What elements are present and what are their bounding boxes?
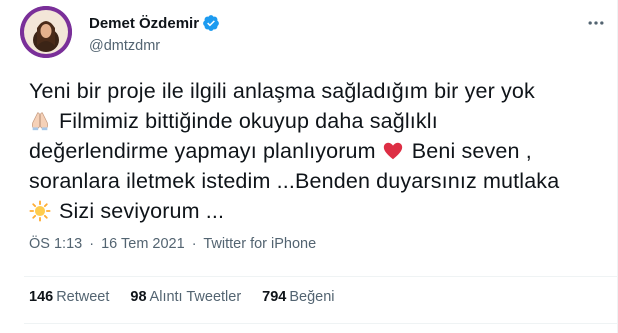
tweet-line: değerlendirme yapmayı planlıyorum Beni s… [29, 136, 589, 166]
avatar-icon [20, 6, 72, 58]
tweet-line-text: soranlara iletmek istedim ...Benden duya… [29, 169, 560, 193]
likes-count: 794 [262, 289, 287, 305]
tweet-time[interactable]: ÖS 1:13 [29, 236, 82, 252]
likes-label: Beğeni [289, 289, 335, 305]
quotes-count: 98 [130, 289, 147, 305]
meta-separator: · [191, 236, 197, 252]
quotes-stat[interactable]: 98 Alıntı Tweetler [130, 289, 241, 305]
divider [24, 323, 618, 324]
tweet-line-text: Yeni bir proje ile ilgili anlaşma sağlad… [29, 79, 535, 103]
tweet-date[interactable]: 16 Tem 2021 [101, 236, 185, 252]
tweet-line: Filmimiz bittiğinde okuyup daha sağlıklı [29, 106, 589, 136]
tweet-line-text: Filmimiz bittiğinde okuyup daha sağlıklı [59, 109, 438, 133]
divider [24, 276, 618, 277]
tweet-line: soranlara iletmek istedim ...Benden duya… [29, 166, 589, 196]
tweet-stats: 146 Retweet 98 Alıntı Tweetler 794 Beğeni [29, 289, 356, 305]
sun-emoji-icon [29, 200, 51, 222]
retweets-count: 146 [29, 289, 54, 305]
red-heart-emoji-icon [382, 140, 404, 162]
quotes-label: Alıntı Tweetler [149, 289, 242, 305]
tweet-line: Sizi seviyorum ... [29, 196, 589, 226]
likes-stat[interactable]: 794 Beğeni [262, 289, 334, 305]
tweet-source[interactable]: Twitter for iPhone [203, 236, 316, 252]
retweets-stat[interactable]: 146 Retweet [29, 289, 109, 305]
display-name[interactable]: Demet Özdemir [89, 15, 199, 32]
tweet-text: Yeni bir proje ile ilgili anlaşma sağlad… [29, 76, 589, 226]
avatar[interactable] [20, 6, 72, 58]
tweet-card: Demet Özdemir @dmtzdmr Yeni bir proje il… [0, 0, 618, 333]
display-name-row[interactable]: Demet Özdemir [89, 14, 220, 32]
tweet-meta: ÖS 1:13 · 16 Tem 2021 · Twitter for iPho… [29, 236, 316, 252]
tweet-line-text: değerlendirme yapmayı planlıyorum [29, 139, 376, 163]
tweet-line: Yeni bir proje ile ilgili anlaşma sağlad… [29, 76, 589, 106]
meta-separator: · [89, 236, 95, 252]
author-handle[interactable]: @dmtzdmr [89, 38, 160, 54]
verified-badge-icon [202, 14, 220, 32]
retweets-label: Retweet [56, 289, 110, 305]
tweet-line-text: Sizi seviyorum ... [59, 199, 225, 223]
folded-hands-emoji-icon [29, 110, 51, 132]
more-options-icon[interactable] [583, 10, 609, 36]
tweet-line-text: Beni seven , [411, 139, 532, 163]
